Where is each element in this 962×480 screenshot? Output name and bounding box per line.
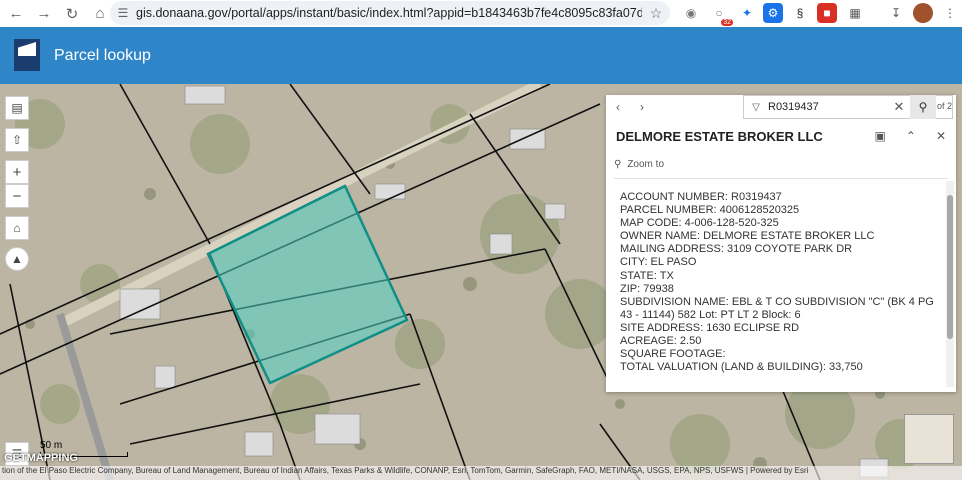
attr-subdivision-name: SUBDIVISION NAME: EBL & T CO SUBDIVISION… [620,295,934,321]
attr-account-number: ACCOUNT NUMBER: R0319437 [620,191,782,203]
popup-attributes: ACCOUNT NUMBER: R0319437 PARCEL NUMBER: … [620,191,940,374]
attr-square-footage: SQUARE FOOTAGE: [620,348,726,361]
county-logo [14,39,40,71]
extensions-puzzle-icon[interactable]: ▦ [845,3,865,23]
extension-s-icon[interactable]: § [790,3,810,23]
more-menu-icon[interactable]: ⋮ [940,3,960,23]
extension-tracker-icon[interactable]: ○ 32 [709,3,733,26]
next-feature-icon[interactable]: › [630,100,654,114]
extension-gear-icon[interactable]: ◉ [681,3,701,23]
popup-actions: ▣ ⌃ ✕ [875,129,946,143]
site-info-icon[interactable]: ☰ [110,6,136,20]
clear-search-icon[interactable]: ✕ [888,99,910,115]
home-icon[interactable]: ⌂ [88,2,112,26]
browser-toolbar: ← → ↻ ⌂ ☰ gis.donaana.gov/portal/apps/in… [0,0,962,27]
extension-settings-icon[interactable]: ⚙ [763,3,783,23]
zoom-to-action[interactable]: ⚲ Zoom to [614,159,948,179]
attr-city: CITY: EL PASO [620,256,697,269]
parcel-search: ▽ ✕ ⚲ [743,95,953,119]
attr-parcel-number: PARCEL NUMBER: 4006128520325 [620,204,800,217]
attr-owner-name: OWNER NAME: DELMORE ESTATE BROKER LLC [620,230,875,243]
feature-count: of 2 [936,101,952,111]
collapse-icon[interactable]: ⌃ [906,129,916,143]
forward-icon[interactable]: → [32,2,56,26]
back-icon[interactable]: ← [4,2,28,26]
attr-map-code: MAP CODE: 4-006-128-520-325 [620,217,779,230]
popup-title: DELMORE ESTATE BROKER LLC [616,129,823,144]
url-text[interactable]: gis.donaana.gov/portal/apps/instant/basi… [136,6,642,20]
profile-avatar[interactable] [913,3,933,23]
app-header: Parcel lookup [0,27,962,84]
share-icon[interactable]: ⇧ [5,128,29,152]
zoom-magnifier-icon: ⚲ [614,159,622,170]
popup-scrollbar[interactable] [946,181,954,387]
attr-state: STATE: TX [620,269,674,282]
app-title: Parcel lookup [54,47,151,64]
zoom-to-label: Zoom to [627,159,665,170]
search-icon[interactable]: ⚲ [910,95,936,119]
feature-popup: ‹ › ▽ ✕ ⚲ of 2 DELMORE ESTATE BROKER LLC… [606,95,956,392]
extension-pdf-icon[interactable]: ■ [817,3,837,23]
attr-zip: ZIP: 79938 [620,282,674,295]
address-bar[interactable]: ☰ gis.donaana.gov/portal/apps/instant/ba… [110,1,670,25]
reload-icon[interactable]: ↻ [60,2,84,26]
search-source-dropdown-icon[interactable]: ▽ [744,102,768,113]
attr-mailing-address: MAILING ADDRESS: 3109 COYOTE PARK DR [620,243,853,256]
extension-feather-icon[interactable]: ✦ [737,3,757,23]
close-icon[interactable]: ✕ [936,129,946,143]
search-input[interactable] [768,101,888,113]
compass-icon[interactable]: ▲ [5,247,29,271]
previous-feature-icon[interactable]: ‹ [606,100,630,114]
attr-total-valuation: TOTAL VALUATION (LAND & BUILDING): 33,75… [620,361,863,374]
attr-site-address: SITE ADDRESS: 1630 ECLIPSE RD [620,321,800,334]
attr-acreage: ACREAGE: 2.50 [620,335,702,348]
scale-label: 50 m [40,440,63,451]
extension-badge: 32 [721,19,733,26]
basemap-toggle-icon[interactable]: ▤ [5,96,29,120]
map-watermark: GETMAPPING [4,452,78,464]
overview-map[interactable] [904,414,954,464]
bookmark-star-icon[interactable]: ☆ [642,5,670,22]
download-icon[interactable]: ↧ [886,3,906,23]
scroll-thumb[interactable] [947,195,953,339]
zoom-out-button[interactable]: − [5,184,29,208]
zoom-in-button[interactable]: + [5,160,29,184]
home-extent-icon[interactable]: ⌂ [5,216,29,240]
dock-icon[interactable]: ▣ [875,129,886,143]
map-attribution: tion of the El Paso Electric Company, Bu… [0,466,962,480]
